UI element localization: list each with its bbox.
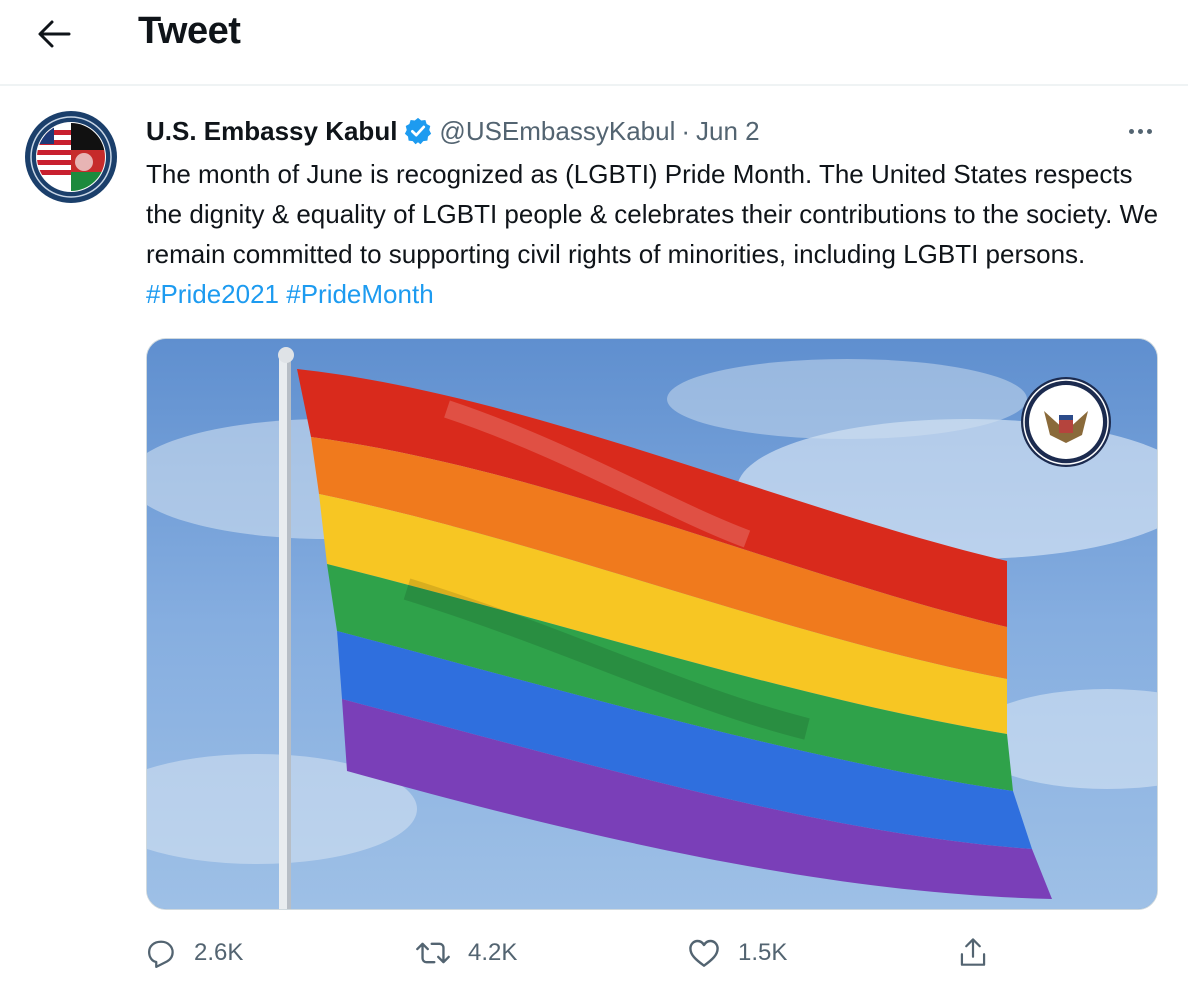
- hashtag-link[interactable]: #PrideMonth: [286, 279, 433, 309]
- tweet-actions: 2.6K 4.2K 1.5K: [146, 930, 1158, 976]
- avatar[interactable]: [24, 110, 118, 204]
- heart-icon: [689, 939, 719, 967]
- arrow-left-icon: [38, 20, 71, 48]
- author-handle[interactable]: @USEmbassyKabul: [439, 116, 675, 147]
- share-button[interactable]: [958, 930, 988, 976]
- retweet-count: 4.2K: [468, 939, 518, 966]
- more-dot-icon: [1128, 128, 1134, 134]
- tweet-image[interactable]: [146, 338, 1158, 910]
- back-button[interactable]: [30, 14, 78, 54]
- share-icon: [960, 938, 986, 966]
- tweet-header: U.S. Embassy Kabul @USEmbassyKabul · Jun…: [146, 113, 760, 149]
- embassy-seal-logo: [25, 111, 117, 203]
- tweet-body: The month of June is recognized as (LGBT…: [146, 154, 1166, 314]
- retweet-button[interactable]: 4.2K: [416, 930, 517, 976]
- more-dot-icon: [1137, 128, 1143, 134]
- hashtag-link[interactable]: #Pride2021: [146, 279, 279, 309]
- retweet-icon: [416, 942, 450, 964]
- tweet-date[interactable]: Jun 2: [696, 116, 760, 147]
- author-display-name[interactable]: U.S. Embassy Kabul: [146, 116, 397, 147]
- page-title: Tweet: [138, 10, 241, 52]
- tweet-text: The month of June is recognized as (LGBT…: [146, 159, 1159, 269]
- more-options-button[interactable]: [1118, 116, 1162, 146]
- separator-dot: ·: [681, 115, 691, 146]
- reply-icon: [148, 940, 174, 968]
- verified-badge-icon: [405, 117, 432, 145]
- reply-count: 2.6K: [194, 939, 244, 966]
- more-dot-icon: [1146, 128, 1152, 134]
- like-button[interactable]: 1.5K: [688, 930, 787, 976]
- reply-button[interactable]: 2.6K: [146, 930, 243, 976]
- rainbow-pride-flag-image: [147, 339, 1157, 909]
- top-bar: Tweet: [0, 0, 1188, 86]
- like-count: 1.5K: [738, 939, 788, 966]
